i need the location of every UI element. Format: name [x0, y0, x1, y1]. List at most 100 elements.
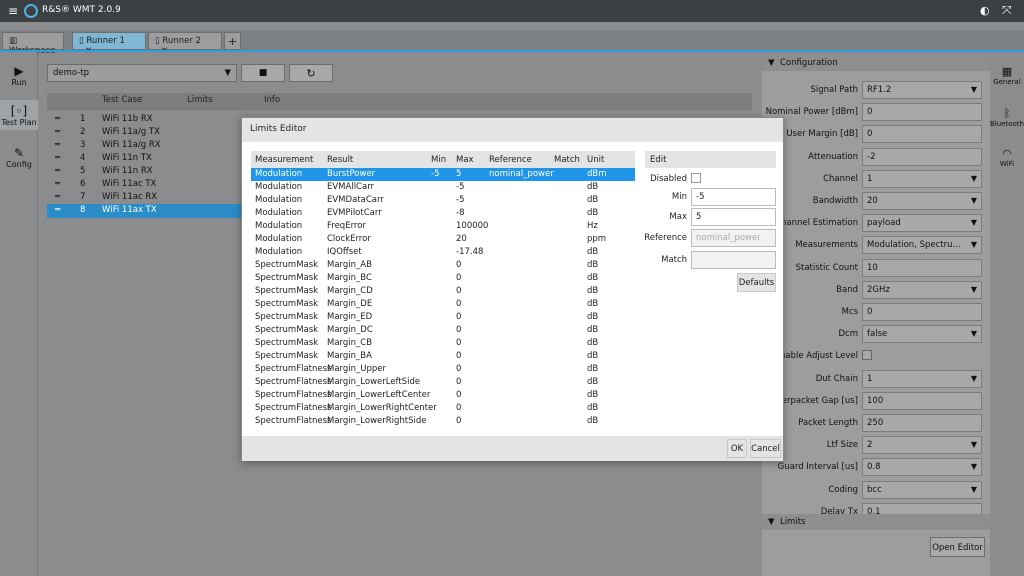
- max-input[interactable]: 5: [691, 208, 776, 226]
- runner-icon: ▯: [79, 36, 84, 46]
- config-field-select[interactable]: 20 ▼: [862, 192, 982, 210]
- drag-handle-icon[interactable]: ═: [55, 166, 60, 176]
- drag-handle-icon[interactable]: ═: [55, 179, 60, 189]
- config-field-select[interactable]: 1 ▼: [862, 369, 982, 388]
- limits-row[interactable]: SpectrumFlatness Margin_LowerLeftCenter 0 d…: [251, 389, 635, 402]
- limits-row[interactable]: SpectrumFlatness Margin_LowerRightSide 0 dB: [251, 415, 635, 428]
- config-field-select[interactable]: false ▼: [862, 325, 982, 344]
- add-tab-button[interactable]: +: [224, 32, 241, 50]
- defaults-button[interactable]: Defaults: [737, 273, 776, 292]
- config-field-select[interactable]: Modulation, Spectru... ▼: [862, 236, 982, 255]
- limits-row[interactable]: SpectrumMask Margin_CB 0 dB: [251, 337, 635, 350]
- limits-cell-result: EVMDataCarr: [327, 195, 384, 205]
- nav-config[interactable]: ✎ Config: [0, 146, 38, 169]
- nav-run[interactable]: ▶ Run: [0, 64, 38, 87]
- config-field-select[interactable]: bcc ▼: [862, 480, 982, 499]
- limits-row[interactable]: SpectrumMask Margin_CD 0 dB: [251, 285, 635, 298]
- drag-handle-icon[interactable]: ═: [55, 140, 60, 150]
- open-editor-button[interactable]: Open Editor: [930, 537, 985, 557]
- limits-row[interactable]: Modulation FreqError 100000 Hz: [251, 220, 635, 233]
- config-field-label: Dcm: [838, 329, 859, 340]
- config-field-value: 0.8: [867, 462, 881, 473]
- config-field-input[interactable]: 100: [862, 391, 982, 410]
- config-field-value: 250: [867, 418, 884, 428]
- limits-row[interactable]: Modulation IQOffset -17.48 dB: [251, 246, 635, 259]
- theme-toggle-icon[interactable]: ◐: [980, 4, 990, 17]
- cancel-button[interactable]: Cancel: [750, 439, 781, 458]
- config-field-select[interactable]: 2 ▼: [862, 436, 982, 455]
- limits-row[interactable]: SpectrumMask Margin_DE 0 dB: [251, 298, 635, 311]
- config-field-label: Guard Interval [us]: [777, 462, 858, 473]
- nav-general[interactable]: ▦ General: [990, 65, 1024, 86]
- save-button[interactable]: ■: [241, 64, 285, 82]
- config-field-checkbox[interactable]: [862, 350, 872, 361]
- config-field-input[interactable]: 0: [862, 303, 982, 321]
- config-field-value: RF1.2: [867, 85, 892, 95]
- chevron-down-icon: ▼: [970, 373, 977, 383]
- disabled-checkbox[interactable]: [691, 173, 701, 183]
- config-field-select[interactable]: 1 ▼: [862, 169, 982, 188]
- nav-wifi[interactable]: ◠ WiFi: [990, 147, 1024, 168]
- test-case-name: WiFi 11a/g RX: [102, 140, 161, 150]
- limits-row[interactable]: SpectrumMask Margin_DC 0 dB: [251, 324, 635, 337]
- tab-workspace[interactable]: ▥ Workspace: [2, 32, 64, 56]
- config-field-input[interactable]: 10: [862, 258, 982, 277]
- hamburger-menu-icon[interactable]: ≡: [8, 4, 18, 18]
- limits-row[interactable]: Modulation EVMDataCarr -5 dB: [251, 194, 635, 207]
- chevron-down-icon: ▼: [970, 218, 977, 228]
- config-field-select[interactable]: 2GHz ▼: [862, 280, 982, 299]
- config-field-select[interactable]: payload ▼: [862, 214, 982, 233]
- config-field-select[interactable]: 0.8 ▼: [862, 458, 982, 477]
- ok-button[interactable]: OK: [727, 439, 747, 458]
- nav-test-plan[interactable]: [◦] Test Plan: [0, 100, 38, 130]
- limits-cell-result: Margin_LowerRightSide: [327, 416, 427, 426]
- limits-row[interactable]: SpectrumMask Margin_ED 0 dB: [251, 311, 635, 324]
- limits-row[interactable]: SpectrumFlatness Margin_Upper 0 dB: [251, 363, 635, 376]
- reload-button[interactable]: ↻: [289, 64, 333, 82]
- fullscreen-icon[interactable]: ⤧: [1002, 3, 1012, 18]
- limits-cell-unit: dB: [587, 260, 599, 270]
- drag-handle-icon[interactable]: ═: [55, 153, 60, 163]
- limits-row[interactable]: SpectrumFlatness Margin_LowerRightCenter 0…: [251, 402, 635, 415]
- config-field-input[interactable]: 250: [862, 414, 982, 432]
- limits-row[interactable]: Modulation EVMPilotCarr -8 dB: [251, 207, 635, 220]
- drag-handle-icon[interactable]: ═: [55, 205, 60, 215]
- config-section-header[interactable]: ▼ Configuration: [762, 55, 990, 71]
- drag-handle-icon[interactable]: ═: [55, 127, 60, 137]
- drag-handle-icon[interactable]: ═: [55, 114, 60, 124]
- limits-editor-dialog: Limits Editor Measurement Result Min Max…: [241, 117, 784, 461]
- limits-section-header[interactable]: ▼ Limits: [762, 514, 990, 530]
- limits-row[interactable]: Modulation ClockError 20 ppm: [251, 233, 635, 246]
- test-plan-select[interactable]: demo-tp ▼: [47, 64, 237, 82]
- chevron-down-icon: ▼: [970, 284, 977, 294]
- config-field-value: payload: [867, 218, 901, 229]
- limits-cell-max: 0: [456, 299, 462, 309]
- limits-row[interactable]: Modulation EVMAllCarr -5 dB: [251, 181, 635, 194]
- reference-input[interactable]: nominal_power: [691, 229, 776, 247]
- chevron-down-icon: ▼: [224, 68, 231, 78]
- limits-row[interactable]: Modulation BurstPower -5 5 nominal_power dBm: [251, 168, 635, 181]
- limits-cell-measurement: SpectrumMask: [255, 338, 319, 348]
- test-case-name: WiFi 11n RX: [102, 166, 153, 176]
- limits-cell-result: BurstPower: [327, 169, 376, 179]
- limits-row[interactable]: SpectrumMask Margin_BC 0 dB: [251, 272, 635, 285]
- disabled-label: Disabled: [650, 174, 687, 184]
- drag-handle-icon[interactable]: ═: [55, 192, 60, 202]
- min-input[interactable]: -5: [691, 188, 776, 206]
- test-case-row[interactable]: ═ 8 WiFi 11ax TX: [47, 204, 242, 218]
- config-field-input[interactable]: 0: [862, 103, 982, 122]
- limits-row[interactable]: SpectrumFlatness Margin_LowerLeftSide 0 dB: [251, 376, 635, 389]
- dialog-footer: OK Cancel: [242, 436, 783, 461]
- config-field-input[interactable]: 0: [862, 125, 982, 144]
- match-input[interactable]: [691, 251, 776, 269]
- config-field-select[interactable]: RF1.2 ▼: [862, 81, 982, 99]
- limits-row[interactable]: SpectrumMask Margin_AB 0 dB: [251, 259, 635, 272]
- config-field-input[interactable]: -2: [862, 147, 982, 166]
- limits-row[interactable]: SpectrumMask Margin_BA 0 dB: [251, 350, 635, 363]
- dialog-body: Measurement Result Min Max Reference Mat…: [242, 142, 783, 436]
- tab-runner-1[interactable]: ▯ Runner 1 ✕: [72, 32, 146, 56]
- limits-cell-max: 0: [456, 312, 462, 322]
- tab-runner-2[interactable]: ▯ Runner 2 ✕: [148, 32, 222, 56]
- config-field-value: 10: [867, 262, 878, 273]
- nav-bluetooth[interactable]: ᛒ Bluetooth: [990, 107, 1024, 128]
